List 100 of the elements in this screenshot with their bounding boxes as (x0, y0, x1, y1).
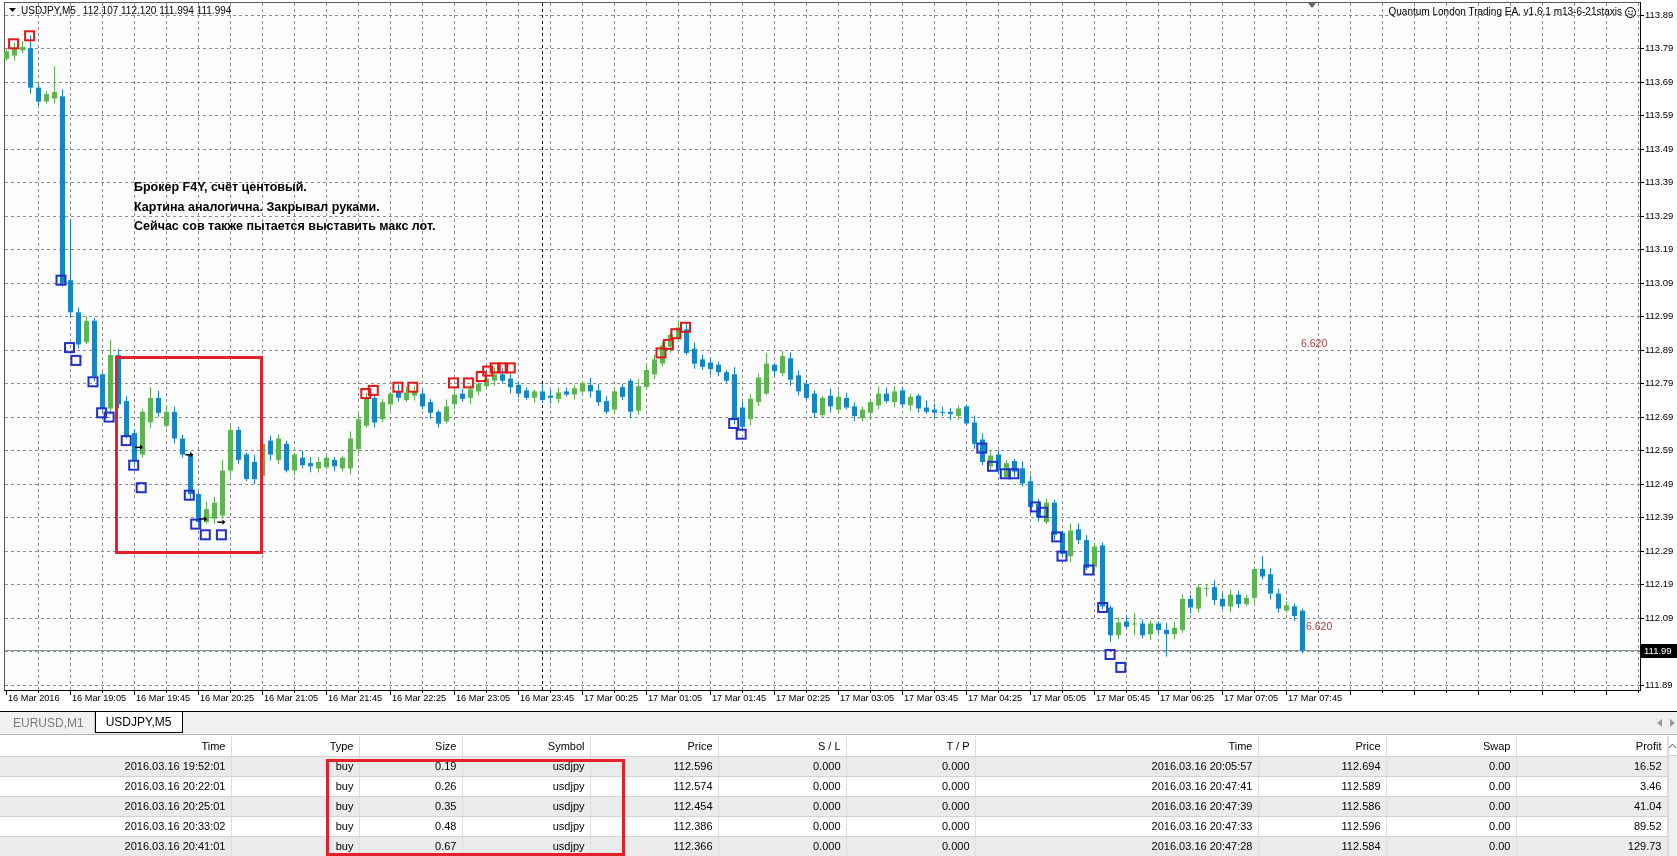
table-cell: buy (231, 776, 359, 796)
price-axis-label: 112.39 (1645, 510, 1674, 525)
table-cell: 2016.03.16 20:22:01 (0, 776, 231, 796)
table-cell: 0.00 (1386, 776, 1516, 796)
time-axis-label: 17 Mar 04:25 (968, 692, 1023, 704)
price-axis-label: 113.49 (1645, 141, 1674, 156)
time-axis-label: 16 Mar 21:05 (264, 692, 319, 704)
order-marker-icon (407, 381, 419, 393)
price-axis-label: 112.79 (1645, 376, 1674, 391)
annotation-text: Сейчас сов также пытается выставить макс лот. (134, 218, 436, 235)
order-marker-icon (1115, 661, 1127, 673)
trade-arrow-icon (185, 452, 194, 458)
annotation-text: Картина аналогична. Закрывал руками. (134, 198, 381, 216)
table-cell: 2016.03.16 19:52:01 (0, 756, 231, 776)
table-cell: 2016.03.16 20:47:41 (975, 776, 1258, 796)
current-price-label: 111.99 (1641, 644, 1677, 659)
price-axis-label: 112.29 (1645, 543, 1674, 558)
order-marker-icon (8, 38, 20, 50)
time-axis-label: 16 Mar 19:05 (72, 692, 127, 704)
time-axis-label: 16 Mar 21:45 (328, 692, 383, 704)
price-axis-label: 112.19 (1645, 577, 1674, 592)
time-axis-label: 16 Mar 2016 (8, 692, 60, 704)
order-marker-icon (87, 376, 99, 388)
column-header[interactable]: Swap (1386, 736, 1516, 756)
order-marker-icon (199, 529, 211, 541)
order-marker-icon (135, 482, 147, 494)
price-axis-label: 112.89 (1645, 342, 1674, 357)
order-marker-icon (1083, 564, 1095, 576)
order-marker-icon (987, 460, 998, 472)
chart-symbol-label: USDJPY,M5 (21, 4, 76, 18)
table-cell: 0.48 (359, 816, 462, 836)
price-axis-label: 113.69 (1645, 74, 1674, 89)
time-axis-label: 16 Mar 23:45 (520, 692, 575, 704)
table-cell: 2016.03.16 20:41:01 (0, 836, 231, 856)
table-cell: 2016.03.16 20:33:02 (0, 816, 231, 836)
time-axis-label: 17 Mar 01:45 (712, 692, 767, 704)
trade-arrow-icon (199, 516, 208, 522)
scroll-up-icon[interactable] (1669, 743, 1677, 748)
expert-advisor-label: Quantum London Trading EA. v1.6.1 m13-6-21staxis (1388, 5, 1622, 19)
column-header[interactable]: Profit (1516, 736, 1667, 756)
table-cell: 3.46 (1516, 776, 1667, 796)
time-axis-label: 17 Mar 07:05 (1224, 692, 1279, 704)
column-header[interactable]: Symbol (462, 736, 590, 756)
time-axis-label: 16 Mar 20:25 (200, 692, 255, 704)
order-marker-icon (448, 377, 459, 389)
time-axis-label: 16 Mar 22:25 (392, 692, 447, 704)
scrollbar[interactable] (1667, 736, 1677, 856)
order-marker-icon (662, 338, 674, 350)
order-marker-icon (462, 377, 474, 389)
order-marker-icon (103, 411, 115, 423)
table-cell: 112.574 (590, 776, 718, 796)
order-marker-icon (55, 274, 67, 286)
column-header[interactable]: Size (359, 736, 462, 756)
time-axis-label: 17 Mar 03:05 (840, 692, 895, 704)
time-axis-label: 17 Mar 01:05 (648, 692, 703, 704)
caret-icon[interactable] (9, 8, 16, 12)
table-cell: usdjpy (462, 816, 590, 836)
annotation-text: Брокер F4Y, счёт центовый. (134, 179, 308, 196)
order-marker-icon (190, 518, 202, 530)
column-header[interactable]: S / L (718, 736, 846, 756)
column-header[interactable]: Time (0, 736, 231, 756)
price-axis-label: 113.09 (1645, 275, 1674, 290)
trade-arrow-icon (135, 444, 143, 451)
table-cell: buy (231, 816, 359, 836)
table-cell: 0.000 (718, 816, 846, 836)
order-marker-icon (1029, 501, 1041, 513)
time-axis-label: 17 Mar 06:25 (1160, 692, 1215, 704)
price-axis-label: 113.89 (1645, 7, 1674, 22)
order-marker-icon (360, 388, 372, 400)
table-cell: usdjpy (462, 776, 590, 796)
column-header[interactable]: T / P (846, 736, 975, 756)
table-cell: 112.589 (1258, 776, 1386, 796)
time-axis-label: 17 Mar 07:45 (1288, 692, 1343, 704)
chart-shift-marker-icon[interactable] (1308, 3, 1316, 8)
column-header[interactable]: Time (975, 736, 1258, 756)
order-marker-icon (504, 362, 516, 374)
order-marker-icon (497, 362, 509, 374)
price-axis-label: 111.89 (1645, 677, 1673, 692)
column-header[interactable]: Type (231, 736, 359, 756)
table-cell: 0.00 (1386, 816, 1516, 836)
price-axis-label: 112.49 (1645, 476, 1674, 491)
table-cell: 2016.03.16 20:25:01 (0, 796, 231, 816)
column-header[interactable]: Price (1258, 736, 1386, 756)
order-marker-icon (976, 442, 988, 454)
order-marker-icon (183, 489, 195, 501)
order-marker-icon (728, 418, 740, 429)
time-axis-label: 17 Mar 02:25 (776, 692, 831, 704)
price-axis-label: 113.19 (1645, 242, 1674, 257)
table-cell: 89.52 (1516, 816, 1667, 836)
order-marker-icon (1008, 468, 1020, 480)
order-marker-icon (96, 407, 108, 419)
order-marker-icon (392, 381, 404, 393)
time-axis-label: 16 Mar 19:45 (136, 692, 191, 704)
order-marker-icon (64, 342, 75, 354)
chart-tab[interactable]: USDJPY,M5 (94, 712, 183, 733)
column-header[interactable]: Price (590, 736, 718, 756)
price-axis-label: 113.79 (1645, 41, 1674, 56)
order-marker-icon (475, 371, 487, 382)
price-axis-label: 113.39 (1645, 175, 1674, 190)
chart-tab[interactable]: EURUSD,M1 (3, 712, 95, 733)
